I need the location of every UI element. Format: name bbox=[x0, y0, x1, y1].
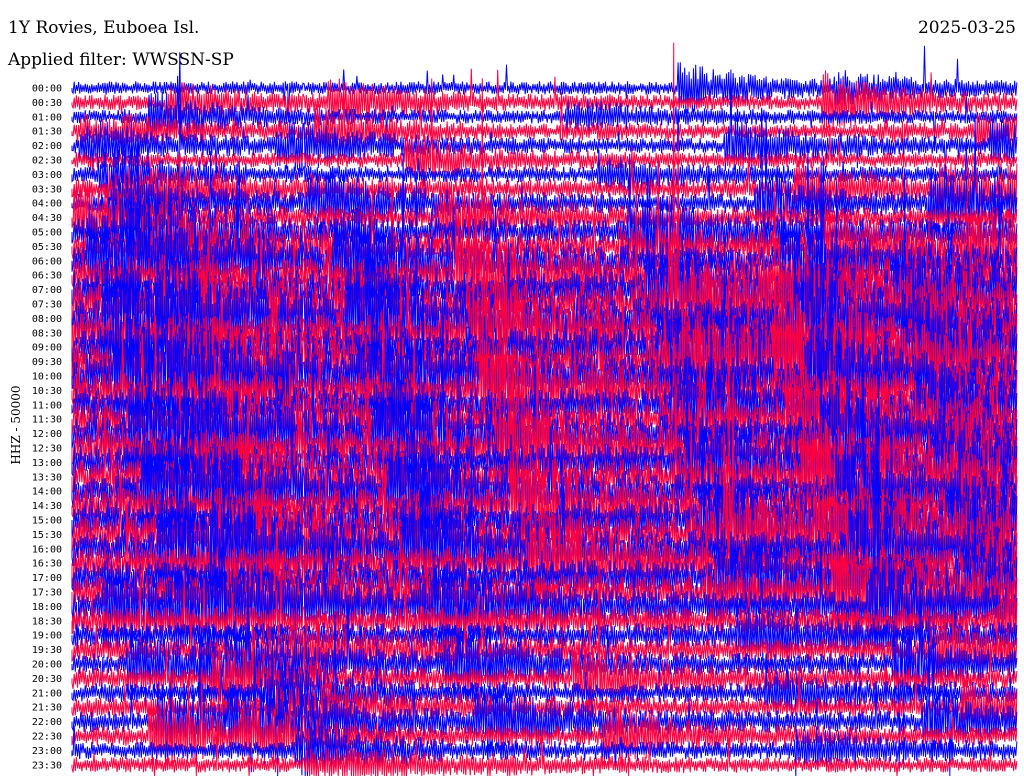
row-time-label: 16:00 bbox=[32, 544, 62, 555]
row-time-label: 03:30 bbox=[32, 184, 62, 195]
row-time-label: 00:00 bbox=[32, 84, 62, 95]
row-time-label: 11:30 bbox=[32, 415, 62, 426]
row-time-label: 06:00 bbox=[32, 256, 62, 267]
row-time-label: 02:30 bbox=[32, 156, 62, 167]
row-time-label: 20:00 bbox=[32, 660, 62, 671]
row-time-label: 04:30 bbox=[32, 213, 62, 224]
row-time-label: 03:00 bbox=[32, 170, 62, 181]
row-time-label: 08:30 bbox=[32, 328, 62, 339]
row-time-label: 06:30 bbox=[32, 271, 62, 282]
trace-group bbox=[71, 42, 1018, 777]
row-time-label: 12:00 bbox=[32, 429, 62, 440]
time-tick-labels: 00:00 00:30 01:00 01:30 02:00 02:30 03:00 03:30… bbox=[32, 84, 62, 772]
row-time-label: 05:30 bbox=[32, 242, 62, 253]
row-time-label: 22:30 bbox=[32, 732, 62, 743]
row-time-label: 19:30 bbox=[32, 645, 62, 656]
row-time-label: 15:00 bbox=[32, 516, 62, 527]
row-time-label: 13:00 bbox=[32, 458, 62, 469]
row-time-label: 18:00 bbox=[32, 602, 62, 613]
row-time-label: 19:00 bbox=[32, 631, 62, 642]
row-time-label: 23:30 bbox=[32, 760, 62, 771]
row-time-label: 15:30 bbox=[32, 530, 62, 541]
row-time-label: 11:00 bbox=[32, 400, 62, 411]
row-time-label: 14:00 bbox=[32, 487, 62, 498]
row-time-label: 08:00 bbox=[32, 314, 62, 325]
row-time-label: 07:00 bbox=[32, 285, 62, 296]
row-time-label: 04:00 bbox=[32, 199, 62, 210]
row-time-label: 01:30 bbox=[32, 127, 62, 138]
row-time-label: 23:00 bbox=[32, 746, 62, 757]
row-time-label: 10:00 bbox=[32, 372, 62, 383]
row-time-label: 20:30 bbox=[32, 674, 62, 685]
row-time-label: 14:30 bbox=[32, 501, 62, 512]
row-time-label: 21:30 bbox=[32, 703, 62, 714]
row-time-label: 17:00 bbox=[32, 573, 62, 584]
row-time-label: 21:00 bbox=[32, 688, 62, 699]
row-time-label: 00:30 bbox=[32, 98, 62, 109]
row-time-label: 16:30 bbox=[32, 559, 62, 570]
row-time-label: 13:30 bbox=[32, 472, 62, 483]
row-time-label: 05:00 bbox=[32, 228, 62, 239]
row-time-label: 09:30 bbox=[32, 357, 62, 368]
row-time-label: 12:30 bbox=[32, 444, 62, 455]
row-time-label: 09:00 bbox=[32, 343, 62, 354]
helicorder-plot: 00:00 00:30 01:00 01:30 02:00 02:30 03:00 03:30… bbox=[32, 42, 1018, 777]
row-time-label: 18:30 bbox=[32, 616, 62, 627]
row-time-label: 10:30 bbox=[32, 386, 62, 397]
row-time-label: 22:00 bbox=[32, 717, 62, 728]
row-time-label: 01:00 bbox=[32, 112, 62, 123]
row-time-label: 07:30 bbox=[32, 300, 62, 311]
row-time-label: 17:30 bbox=[32, 588, 62, 599]
row-time-label: 02:00 bbox=[32, 141, 62, 152]
